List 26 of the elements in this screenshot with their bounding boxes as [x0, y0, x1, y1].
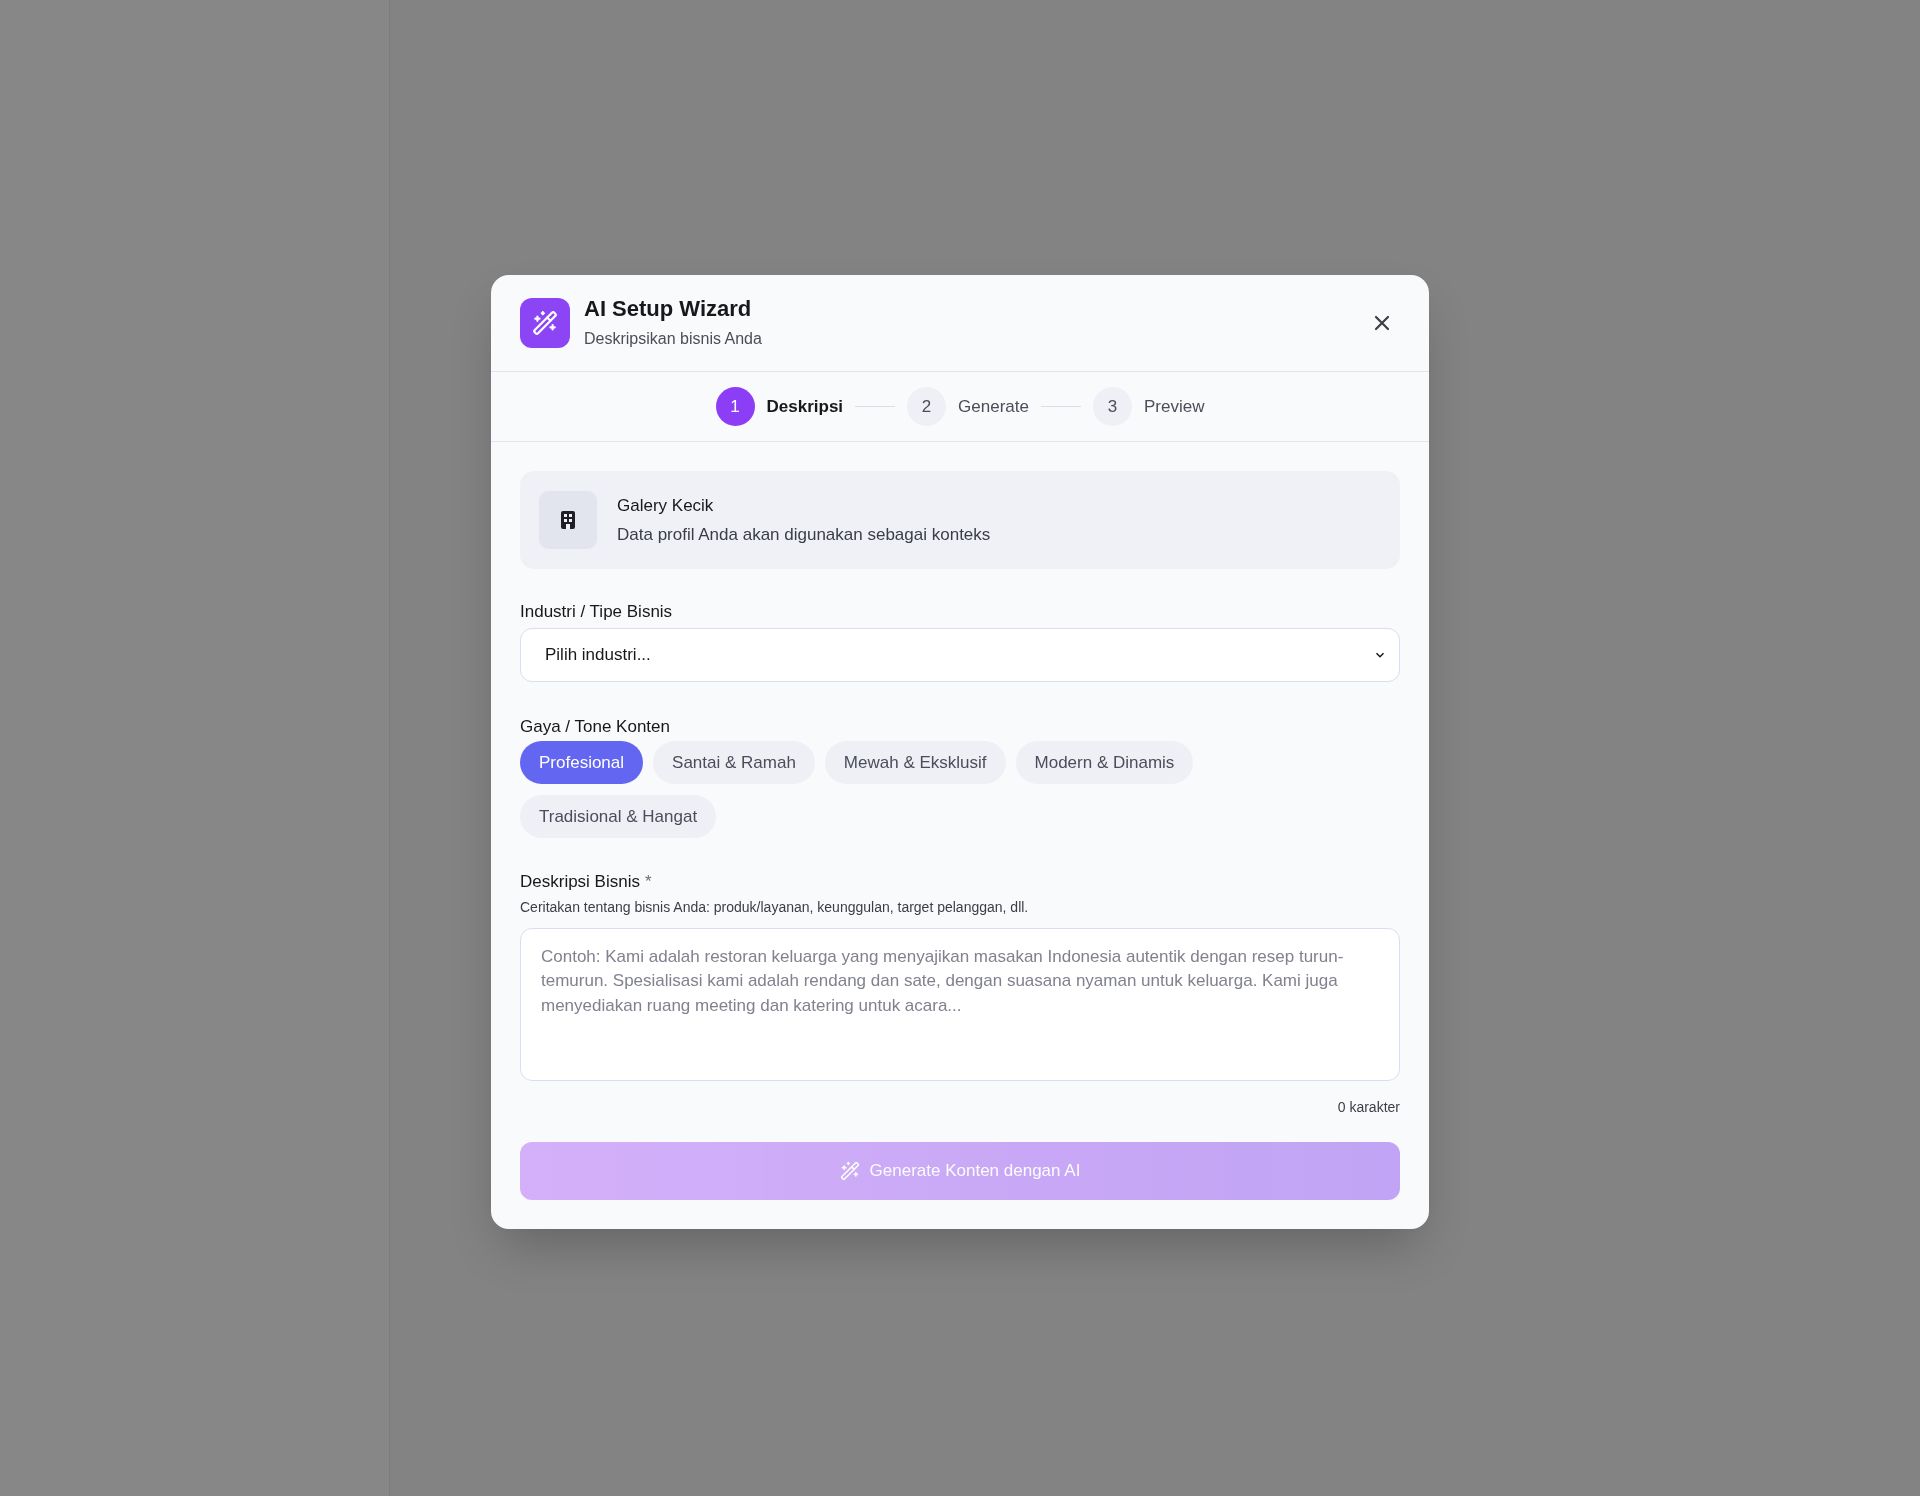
field-label: Deskripsi Bisnis — [520, 871, 640, 893]
tone-chip[interactable]: Mewah & Eksklusif — [824, 741, 1006, 784]
field-label: Industri / Tipe Bisnis — [520, 601, 674, 623]
field-hint: Ceritakan tentang bisnis Anda: produk/layanan, keunggulan, target pelanggan, dll. — [520, 897, 1030, 917]
step-label: Generate — [958, 395, 1029, 418]
description-textarea[interactable]: Contoh: Kami adalah restoran keluarga yang menyajikan masakan Indonesia autentik dengan resep turun-temurun. Spesialisasi kami adalah rendang dan sate, dengan suasana nyaman untuk keluarga. Kami juga menyediakan ruang meeting dan katering untuk acara... — [520, 927, 1400, 1081]
step-label: Preview — [1144, 395, 1205, 418]
magic-wand-icon — [839, 1160, 860, 1181]
dialog-title: AI Setup Wizard — [584, 295, 753, 323]
industry-select[interactable]: Pilih industri... — [520, 627, 1400, 682]
building-icon — [561, 511, 575, 529]
tone-chip[interactable]: Modern & Dinamis — [1015, 741, 1194, 784]
character-count: 0 karakter — [1337, 1097, 1400, 1117]
business-name: Galery Kecik — [617, 494, 715, 517]
step-number: 2 — [907, 387, 947, 426]
tone-chip[interactable]: Tradisional & Hangat — [520, 795, 717, 838]
dialog-subtitle: Deskripsikan bisnis Anda — [584, 328, 763, 349]
required-mark: * — [645, 871, 652, 893]
magic-wand-icon — [532, 310, 558, 336]
profile-note: Data profil Anda akan digunakan sebagai konteks — [617, 524, 991, 546]
step-number: 3 — [1093, 387, 1132, 426]
field-label: Gaya / Tone Konten — [520, 715, 671, 738]
tone-chip[interactable]: Profesional — [520, 741, 644, 784]
tone-chip[interactable]: Santai & Ramah — [653, 741, 815, 784]
step-number: 1 — [715, 387, 755, 426]
step-label: Deskripsi — [766, 395, 844, 418]
